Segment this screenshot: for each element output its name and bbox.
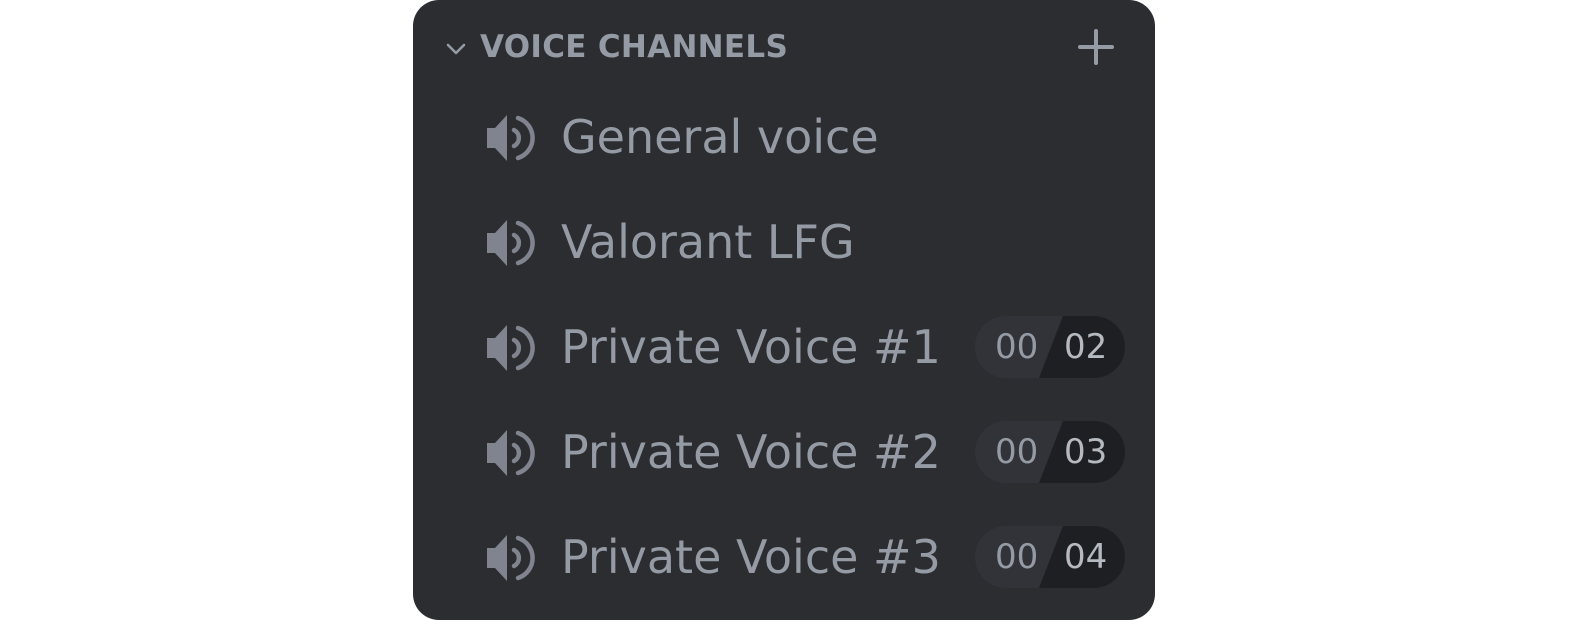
user-limit-badge: 00 03 [975,421,1125,483]
user-limit-badge: 00 04 [975,526,1125,588]
category-title[interactable]: VOICE CHANNELS [480,24,788,70]
user-limit: 04 [1064,537,1108,577]
speaker-icon [487,220,535,266]
channel-name: Valorant LFG [561,215,855,269]
channel-name: General voice [561,110,879,164]
voice-channel-valorant-lfg[interactable]: Valorant LFG [473,197,1133,287]
voice-channel-private-voice-2[interactable]: Private Voice #2 00 03 [473,407,1133,497]
user-limit: 02 [1064,327,1108,367]
user-count: 00 [995,537,1039,577]
voice-channel-private-voice-1[interactable]: Private Voice #1 00 02 [473,302,1133,392]
voice-channels-panel: VOICE CHANNELS General voice Valorant LF… [413,0,1155,620]
speaker-icon [487,535,535,581]
speaker-icon [487,115,535,161]
channel-name: Private Voice #2 [561,425,941,479]
user-count: 00 [995,327,1039,367]
speaker-icon [487,430,535,476]
user-limit: 03 [1064,432,1108,472]
channel-name: Private Voice #3 [561,530,941,584]
chevron-down-icon[interactable] [441,34,471,64]
category-header[interactable]: VOICE CHANNELS [413,0,1155,96]
user-count: 00 [995,432,1039,472]
voice-channel-general-voice[interactable]: General voice [473,92,1133,182]
voice-channel-private-voice-3[interactable]: Private Voice #3 00 04 [473,512,1133,602]
speaker-icon [487,325,535,371]
channel-name: Private Voice #1 [561,320,941,374]
plus-icon[interactable] [1075,26,1117,68]
user-limit-badge: 00 02 [975,316,1125,378]
